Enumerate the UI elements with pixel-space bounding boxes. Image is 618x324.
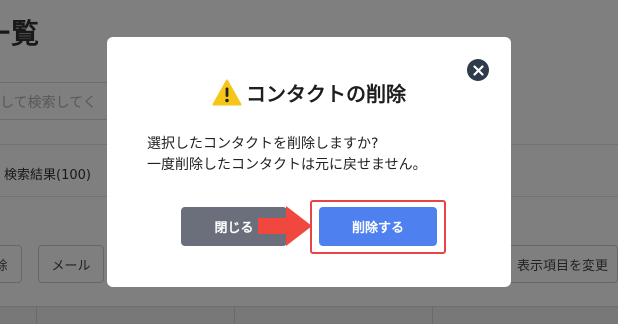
warning-icon: [212, 79, 242, 106]
dialog-message-line: 選択したコンタクトを削除しますか?: [147, 136, 379, 152]
delete-button[interactable]: 削除する: [319, 207, 437, 246]
arrow-right-icon: [258, 206, 312, 246]
dialog-message-line: 一度削除したコンタクトは元に戻せません。: [147, 157, 427, 173]
delete-contact-dialog: コンタクトの削除 選択したコンタクトを削除しますか? 一度削除したコンタクトは元…: [107, 37, 511, 287]
dialog-title-text: コンタクトの削除: [246, 82, 406, 106]
dialog-title: コンタクトの削除: [107, 78, 511, 107]
dialog-message: 選択したコンタクトを削除しますか? 一度削除したコンタクトは元に戻せません。: [147, 134, 487, 176]
